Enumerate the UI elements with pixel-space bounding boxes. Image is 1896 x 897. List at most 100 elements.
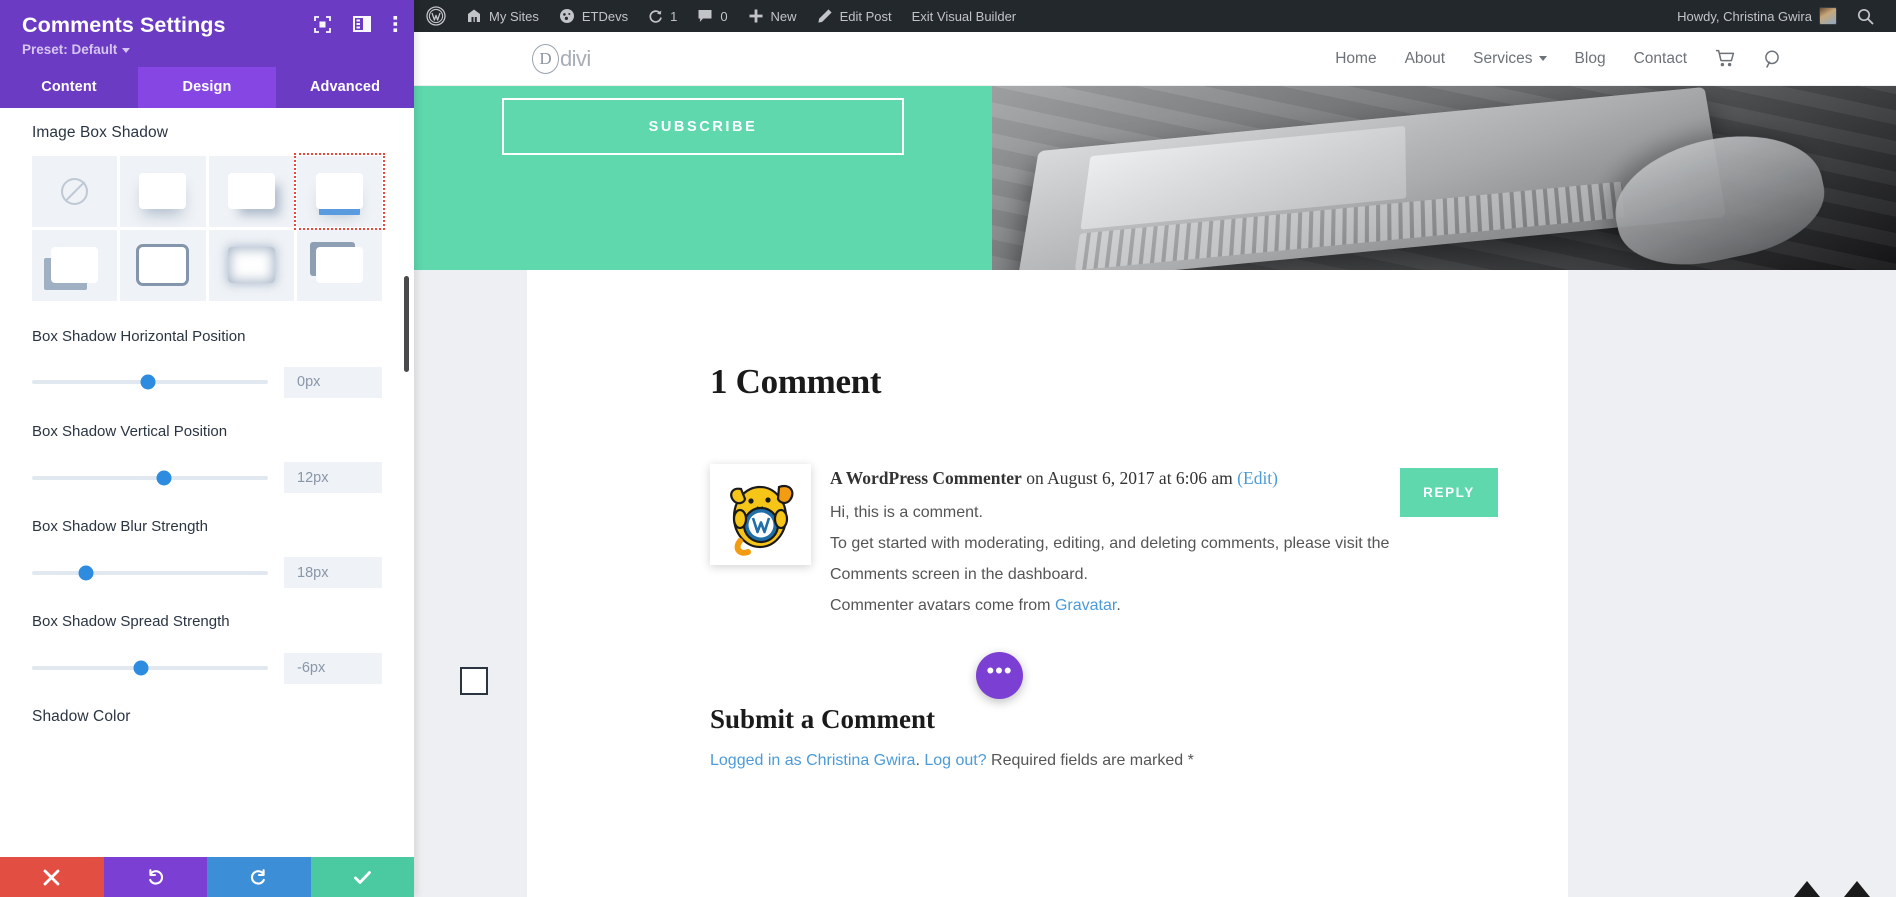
cart-icon[interactable] [1715,49,1735,68]
panel-header: Comments Settings Preset: Default [0,0,414,67]
layout-panel-icon[interactable] [353,15,371,33]
ab-howdy-label: Howdy, Christina Gwira [1677,8,1812,24]
shadow-preview [139,247,187,284]
shadow-preview [315,173,363,210]
slider-vertical-position[interactable] [32,470,268,486]
laptop-body [1016,87,1727,270]
wordpress-logo-icon[interactable] [416,0,456,32]
value-vertical-position[interactable]: 12px [284,462,382,494]
tab-content[interactable]: Content [0,67,138,108]
reply-button[interactable]: REPLY [1400,468,1498,517]
nav-link-about[interactable]: About [1405,50,1446,68]
value-spread-strength[interactable]: -6px [284,652,382,684]
redo-button[interactable] [207,857,311,897]
scroll-down-arrow-icon[interactable] [1844,881,1870,897]
shadow-preview [227,173,275,210]
logo-text: divi [560,45,591,71]
scroll-down-arrow-secondary-icon[interactable] [1794,881,1820,897]
preset-selector[interactable]: Preset: Default [22,42,392,57]
logo-letter: D [532,43,559,74]
search-icon[interactable] [1763,49,1783,69]
ab-updates-count: 1 [670,8,678,24]
submit-comment-heading: Submit a Comment [710,703,936,734]
field-box-shadow-horizontal-position: Box Shadow Horizontal Position 0px [32,327,382,398]
field-label: Box Shadow Horizontal Position [32,327,246,345]
focus-icon[interactable] [314,15,331,33]
box-shadow-preset-grid [32,152,386,301]
shadow-preset-soft-glow[interactable] [120,155,206,227]
more-vertical-icon[interactable] [393,15,398,33]
slider-blur-strength[interactable] [32,565,268,581]
ab-my-sites-label: My Sites [489,8,539,24]
nav-link-services[interactable]: Services [1473,50,1547,68]
ab-my-sites[interactable]: My Sites [456,0,549,32]
ab-new[interactable]: New [738,0,807,32]
ab-site-name[interactable]: ETDevs [549,0,638,32]
site-navigation: D divi Home About Services Blog Contact [414,32,1896,86]
comment-body-line-3: Comments screen in the dashboard. [830,565,1088,583]
panel-header-icons [314,15,398,33]
shadow-preset-inner-glow[interactable] [208,229,294,301]
value-blur-strength[interactable]: 18px [284,557,382,589]
divi-logo[interactable]: D divi [532,43,591,74]
ab-howdy[interactable]: Howdy, Christina Gwira [1667,0,1847,32]
tab-design[interactable]: Design [138,66,276,108]
save-button[interactable] [310,857,414,897]
ab-comments[interactable]: 0 [687,0,737,32]
ab-search[interactable] [1847,0,1884,32]
shadow-preset-outline-ring[interactable] [120,229,206,301]
nav-link-contact[interactable]: Contact [1634,50,1687,68]
nav-link-blog[interactable]: Blog [1575,50,1606,68]
plus-icon [749,9,763,23]
gravatar-link[interactable]: Gravatar [1055,597,1116,614]
field-box-shadow-blur-strength: Box Shadow Blur Strength 18px [32,517,382,589]
shadow-preset-left-offset-solid[interactable] [32,229,118,301]
wp-admin-bar: My Sites ETDevs 1 0 New Edit Post Exit V… [414,0,1896,32]
subscribe-button[interactable]: SUBSCRIBE [502,98,904,155]
value-horizontal-position[interactable]: 0px [284,366,382,398]
field-box-shadow-vertical-position: Box Shadow Vertical Position 12px [32,422,382,494]
shadow-preset-bottom-right-drop[interactable] [208,155,294,227]
slider-knob[interactable] [133,660,149,676]
panel-scrollbar[interactable] [404,275,409,372]
comment-edit-link[interactable]: (Edit) [1237,468,1278,488]
shadow-preview [227,247,275,284]
shadow-preset-blue-underline[interactable] [293,152,386,230]
shadow-preview [315,247,363,284]
slider-spread-strength[interactable] [32,660,268,676]
comments-heading: 1 Comment [710,362,882,401]
section-title-image-box-shadow: Image Box Shadow [32,123,169,141]
logged-in-user-link[interactable]: Logged in as Christina Gwira [710,752,915,769]
slider-horizontal-position[interactable] [32,374,268,390]
ab-exit-visual-builder[interactable]: Exit Visual Builder [902,0,1027,32]
slider-knob[interactable] [78,565,94,581]
comment-date: on August 6, 2017 at 6:06 am [1021,468,1238,488]
logout-link[interactable]: Log out? [924,752,986,769]
slider-knob[interactable] [156,470,172,486]
comment-bubble-icon [698,10,712,22]
discard-button[interactable] [0,857,104,897]
comment-item: A WordPress Commenter on August 6, 2017 … [710,464,1568,624]
module-select-handle[interactable] [460,667,488,695]
shadow-preset-top-left-solid[interactable] [296,229,382,301]
nav-link-home[interactable]: Home [1335,50,1376,68]
panel-footer [0,857,414,897]
logged-in-separator: . [915,751,925,769]
ab-site-name-label: ETDevs [581,8,629,24]
ab-updates[interactable]: 1 [638,0,687,32]
tab-advanced[interactable]: Advanced [276,67,414,108]
undo-button[interactable] [103,857,207,897]
ab-edit-post[interactable]: Edit Post [807,0,902,32]
comment-meta: A WordPress Commenter on August 6, 2017 … [830,468,1400,489]
visual-builder-menu-button[interactable]: ••• [976,652,1023,699]
dashboard-gauge-icon [559,9,574,23]
shadow-preview [51,247,99,284]
slider-knob[interactable] [140,374,156,390]
pencil-icon [817,9,832,23]
shadow-preset-none[interactable] [32,155,118,227]
comment-body-line-1: Hi, this is a comment. [830,504,983,521]
site-preview: My Sites ETDevs 1 0 New Edit Post Exit V… [414,0,1896,897]
no-shadow-icon [61,177,89,205]
divi-settings-panel: Comments Settings Preset: Default Conten… [0,0,414,897]
update-refresh-icon [649,9,662,23]
